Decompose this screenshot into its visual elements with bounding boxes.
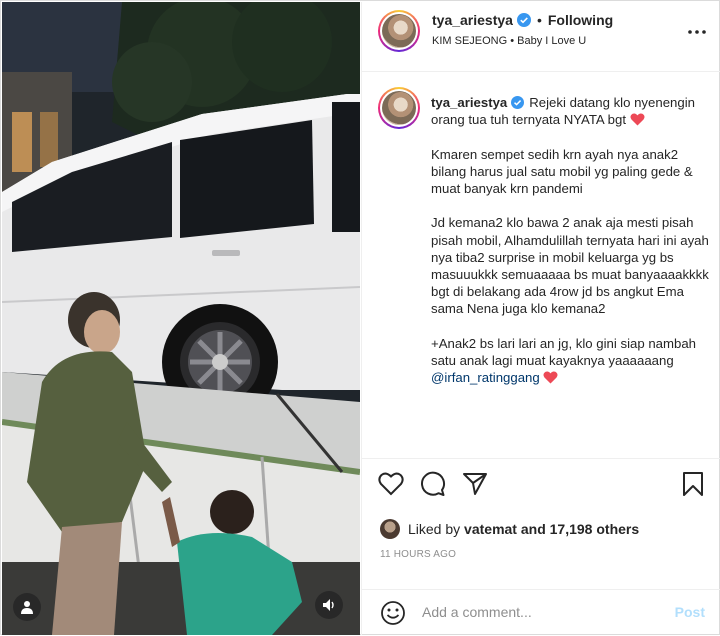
verified-badge-icon — [511, 96, 525, 109]
caption-paragraph-3: Jd kemana2 klo bawa 2 anak aja mesti pis… — [431, 215, 713, 317]
audio-track-link[interactable]: KIM SEJEONG • Baby I Love U — [432, 35, 586, 47]
emoji-icon[interactable] — [380, 600, 406, 626]
caption-username[interactable]: tya_ariestya — [431, 95, 507, 110]
likes-summary: Liked by vatemat and 17,198 others — [380, 519, 639, 539]
author-username[interactable]: tya_ariestya — [432, 12, 513, 28]
heart-icon[interactable] — [378, 471, 404, 497]
red-heart-emoji-icon — [543, 371, 558, 384]
video-frame-illustration — [2, 2, 360, 635]
caption-paragraph-4: +Anak2 bs lari lari an jg, klo gini siap… — [431, 335, 700, 369]
header-title-row: tya_ariestya • Following — [432, 12, 613, 30]
post-comment-button[interactable]: Post — [675, 604, 705, 620]
caption-paragraph-2: Kmaren sempet sedih krn ayah nya anak2 b… — [431, 146, 697, 197]
speaker-icon — [323, 599, 334, 611]
post-timestamp[interactable]: 11 HOURS AGO — [380, 549, 456, 560]
follow-status-button[interactable]: Following — [548, 12, 613, 28]
post-details-panel: tya_ariestya • Following KIM SEJEONG • Bab… — [361, 2, 720, 635]
caption-section: tya_ariestya Rejeki datang klo nyenengin … — [362, 73, 720, 458]
share-icon[interactable] — [462, 471, 488, 497]
likes-count-link[interactable]: and 17,198 others — [521, 521, 639, 537]
mention-link[interactable]: @irfan_ratinggang — [431, 370, 540, 385]
liker-avatar[interactable] — [380, 519, 400, 539]
bookmark-icon[interactable] — [680, 471, 706, 497]
audio-toggle-button[interactable] — [315, 591, 343, 619]
comment-icon[interactable] — [420, 471, 446, 497]
caption-text: tya_ariestya Rejeki datang klo nyenengin … — [431, 94, 713, 386]
actions-section: Liked by vatemat and 17,198 others 11 HO… — [362, 458, 720, 635]
comment-bar: Add a comment... Post — [362, 589, 720, 636]
user-tag-button[interactable] — [13, 593, 41, 621]
red-heart-emoji-icon — [630, 113, 645, 126]
likes-prefix: Liked by — [408, 521, 461, 537]
liker-username[interactable]: vatemat — [464, 521, 517, 537]
author-avatar[interactable] — [378, 10, 420, 52]
verified-badge-icon — [516, 13, 531, 27]
user-tag-icon — [21, 601, 33, 614]
more-options-icon[interactable] — [687, 22, 707, 42]
post-video[interactable] — [2, 2, 360, 635]
caption-author-avatar[interactable] — [378, 87, 420, 129]
instagram-post-window: tya_ariestya • Following KIM SEJEONG • Bab… — [0, 0, 720, 635]
separator-dot: • — [536, 12, 542, 28]
comment-input[interactable]: Add a comment... — [422, 604, 532, 620]
post-header: tya_ariestya • Following KIM SEJEONG • Bab… — [362, 2, 720, 72]
